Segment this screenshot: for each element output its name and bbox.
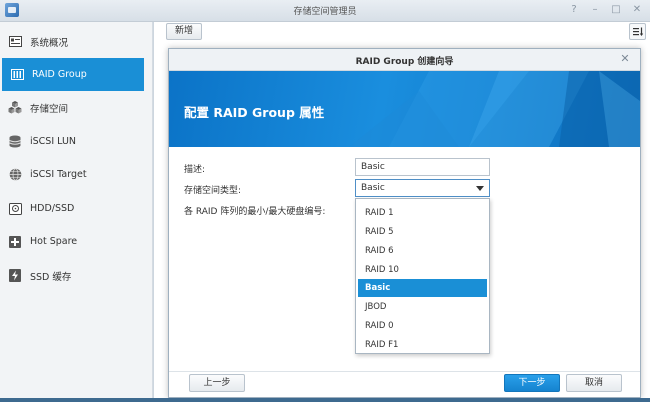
sidebar-item-iscsi-lun[interactable]: iSCSI LUN bbox=[0, 125, 153, 158]
sidebar-item-ssd-cache[interactable]: SSD 缓存 bbox=[0, 259, 153, 292]
description-label: 描述: bbox=[184, 165, 206, 175]
storage-type-select[interactable]: Basic bbox=[355, 179, 490, 197]
dropdown-option-jbod[interactable]: JBOD bbox=[358, 298, 487, 316]
sidebar-item-overview[interactable]: 系统概况 bbox=[0, 25, 153, 58]
storage-cubes-icon bbox=[8, 101, 22, 115]
sidebar-item-label: 系统概况 bbox=[30, 37, 69, 49]
dialog-footer: 上一步 下一步 取消 bbox=[169, 371, 640, 398]
dialog-header: RAID Group 创建向导 ✕ bbox=[169, 49, 640, 71]
plus-box-icon bbox=[8, 235, 22, 249]
dropdown-option-raidf1[interactable]: RAID F1 bbox=[358, 336, 487, 354]
dropdown-option-raid5[interactable]: RAID 5 bbox=[358, 223, 487, 241]
description-field[interactable]: Basic bbox=[355, 158, 490, 176]
dropdown-option-raid10[interactable]: RAID 10 bbox=[358, 261, 487, 279]
sidebar-item-iscsi-target[interactable]: iSCSI Target bbox=[0, 158, 153, 191]
sidebar-item-raid-group[interactable]: RAID Group bbox=[2, 58, 144, 91]
close-icon[interactable]: ✕ bbox=[630, 3, 644, 17]
desktop-taskbar-edge bbox=[0, 398, 650, 402]
storage-type-label: 存储空间类型: bbox=[184, 186, 242, 196]
sidebar-item-label: HDD/SSD bbox=[30, 203, 75, 214]
sidebar-item-hdd-ssd[interactable]: HDD/SSD bbox=[0, 192, 153, 225]
wizard-banner: 配置 RAID Group 属性 bbox=[169, 71, 640, 147]
sidebar-item-label: RAID Group bbox=[32, 69, 87, 80]
title-bar: 存储空间管理员 ? – □ ✕ bbox=[0, 0, 650, 22]
banner-title: 配置 RAID Group 属性 bbox=[184, 105, 325, 120]
disk-number-label: 各 RAID 阵列的最小/最大硬盘编号: bbox=[184, 207, 326, 217]
sidebar-item-storage[interactable]: 存储空间 bbox=[0, 91, 153, 124]
sidebar-item-hot-spare[interactable]: Hot Spare bbox=[0, 225, 153, 258]
dropdown-option-basic[interactable]: Basic bbox=[358, 279, 487, 297]
sidebar-item-label: 存储空间 bbox=[30, 103, 69, 115]
cancel-button[interactable]: 取消 bbox=[566, 374, 622, 392]
back-button[interactable]: 上一步 bbox=[189, 374, 245, 392]
dialog-title: RAID Group 创建向导 bbox=[355, 57, 454, 67]
raid-icon bbox=[10, 68, 24, 82]
lightning-icon bbox=[8, 269, 22, 283]
sort-icon[interactable] bbox=[629, 23, 646, 40]
window-title: 存储空间管理员 bbox=[293, 7, 357, 17]
close-icon[interactable]: ✕ bbox=[618, 52, 632, 66]
help-icon[interactable]: ? bbox=[567, 3, 581, 17]
sidebar-item-label: Hot Spare bbox=[30, 236, 78, 247]
storage-type-value: Basic bbox=[361, 183, 385, 193]
dropdown-option-raid0[interactable]: RAID 0 bbox=[358, 317, 487, 335]
new-button[interactable]: 新增 bbox=[166, 23, 202, 40]
overview-icon bbox=[8, 35, 22, 49]
next-button[interactable]: 下一步 bbox=[504, 374, 560, 392]
sidebar-item-label: iSCSI LUN bbox=[30, 136, 77, 147]
sidebar-item-label: SSD 缓存 bbox=[30, 271, 72, 283]
dropdown-option-raid1[interactable]: RAID 1 bbox=[358, 204, 487, 222]
globe-icon bbox=[8, 168, 22, 182]
hdd-icon bbox=[8, 202, 22, 216]
dropdown-option-raid6[interactable]: RAID 6 bbox=[358, 242, 487, 260]
disk-stack-icon bbox=[8, 135, 22, 149]
sidebar: 系统概况 RAID Group 存储空间 iSCSI LUN iSCSI Tar… bbox=[0, 22, 153, 402]
chevron-down-icon[interactable] bbox=[476, 186, 484, 191]
minimize-icon[interactable]: – bbox=[588, 3, 602, 17]
sidebar-item-label: iSCSI Target bbox=[30, 169, 87, 180]
maximize-icon[interactable]: □ bbox=[609, 3, 623, 17]
raid-group-wizard-dialog: RAID Group 创建向导 ✕ 配置 RAID Group 属性 描述: B… bbox=[168, 48, 641, 398]
storage-type-dropdown: RAID 1 RAID 5 RAID 6 RAID 10 Basic JBOD … bbox=[355, 198, 490, 354]
